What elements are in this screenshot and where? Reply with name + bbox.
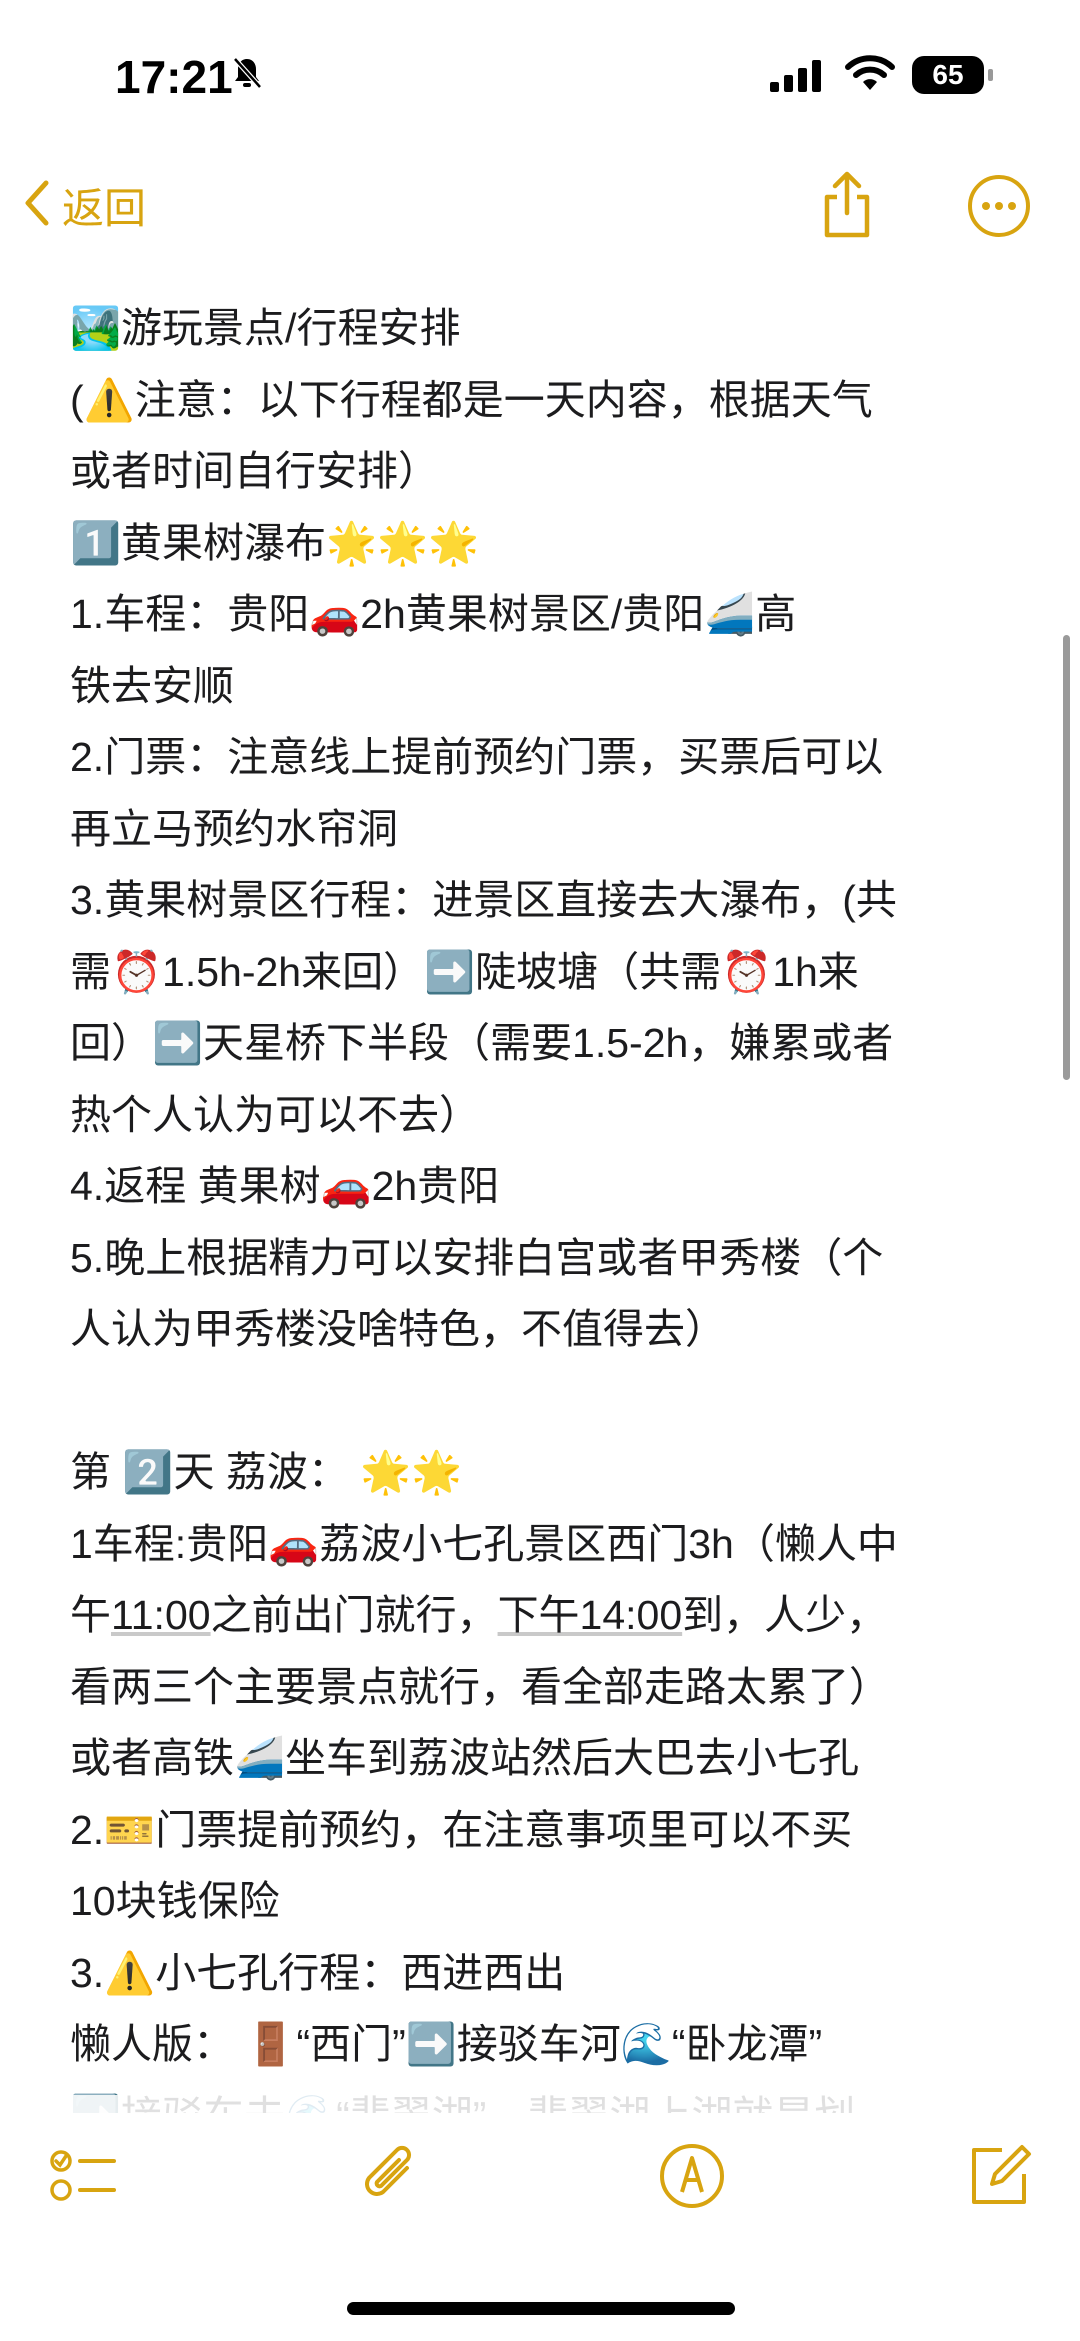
back-button[interactable]: 返回: [22, 175, 146, 236]
markup-button[interactable]: [656, 2140, 728, 2217]
note-line: 或者高铁🚄坐车到荔波站然后大巴去小七孔: [70, 1735, 860, 1781]
note-line: 或者时间自行安排）: [70, 448, 439, 494]
note-blank-line: [70, 1366, 1030, 1438]
compose-button[interactable]: [962, 2140, 1034, 2217]
note-line: 铁去安顺: [70, 662, 234, 709]
paperclip-icon: [355, 2145, 427, 2216]
note-line: 2.🎫门票提前预约，在注意事项里可以不买: [70, 1806, 853, 1853]
compose-icon: [962, 2145, 1034, 2216]
more-icon: [966, 175, 1032, 243]
cellular-signal-icon: [770, 60, 826, 97]
note-line: 再立马预约水帘洞: [70, 805, 398, 852]
status-time: 17:21: [115, 51, 233, 103]
note-line: 🏞️游玩景点/行程安排: [70, 305, 461, 351]
note-line: 回）➡️天星桥下半段（需要1.5-2h，嫌累或者: [70, 1020, 894, 1066]
note-line: 2.门票：注意线上提前预约门票，买票后可以: [70, 734, 884, 780]
back-label: 返回: [62, 185, 147, 232]
note-line: 1.车程：贵阳🚗2h黄果树景区/贵阳🚄高: [70, 591, 797, 637]
more-button[interactable]: [966, 173, 1032, 244]
note-line: 需⏰1.5h-2h来回）➡️陡坡塘（共需⏰1h来: [70, 948, 859, 995]
home-indicator: [347, 2302, 735, 2315]
note-line: (⚠️注意：以下行程都是一天内容，根据天气: [70, 376, 873, 423]
share-button[interactable]: [815, 169, 879, 246]
note-line: 5.晚上根据精力可以安排白宫或者甲秀楼（个: [70, 1234, 884, 1281]
scroll-indicator[interactable]: [1063, 635, 1070, 1080]
note-line: 第 2️⃣天 荔波： 🌟🌟: [70, 1449, 463, 1495]
battery-tip: [988, 69, 993, 81]
note-line: 懒人版： 🚪“西门”➡️接驳车河🌊“卧龙潭”: [70, 2021, 823, 2067]
attach-button[interactable]: [355, 2140, 427, 2217]
note-text-segment: 之前出门就行，: [210, 1592, 498, 1638]
checklist-button[interactable]: [48, 2140, 120, 2217]
note-line: 10块钱保险: [70, 1878, 280, 1924]
checklist-icon: [48, 2150, 120, 2216]
note-line: 3.黄果树景区行程：进景区直接去大瀑布，(共: [70, 877, 897, 923]
note-line: 热个人认为可以不去）: [70, 1091, 480, 1138]
battery-level: 65: [912, 56, 984, 94]
note-text-segment: 到，人少，: [682, 1592, 888, 1638]
note-line: 看两三个主要景点就行，看全部走路太累了）: [70, 1663, 890, 1710]
note-line: 1车程:贵阳🚗荔波小七孔景区西门3h（懒人中: [70, 1520, 898, 1567]
note-body[interactable]: 🏞️游玩景点/行程安排 (⚠️注意：以下行程都是一天内容，根据天气 或者时间自行安排…: [70, 293, 1030, 2113]
note-line: 1️⃣黄果树瀑布🌟🌟🌟: [70, 519, 480, 566]
nav-bar: 返回: [0, 165, 1080, 255]
bottom-toolbar: [0, 2140, 1080, 2240]
note-text-segment: 午: [70, 1592, 111, 1638]
markup-pen-icon: [656, 2144, 728, 2216]
share-icon: [815, 171, 879, 245]
bell-slash-icon: [232, 56, 262, 95]
status-bar: 17:21 65: [0, 0, 1080, 150]
wifi-icon: [845, 54, 895, 97]
time-link[interactable]: 下午14:00: [498, 1592, 683, 1638]
note-line: 午11:00之前出门就行，下午14:00到，人少，: [70, 1580, 1030, 1652]
note-line: 4.返程 黄果树🚗2h贵阳: [70, 1163, 500, 1209]
note-line: 3.⚠️小七孔行程：西进西出: [70, 1949, 566, 1996]
chevron-left-icon: [22, 177, 52, 234]
time-link[interactable]: 11:00: [111, 1592, 211, 1638]
note-line: 人认为甲秀楼没啥特色，不值得去）: [70, 1306, 726, 1352]
